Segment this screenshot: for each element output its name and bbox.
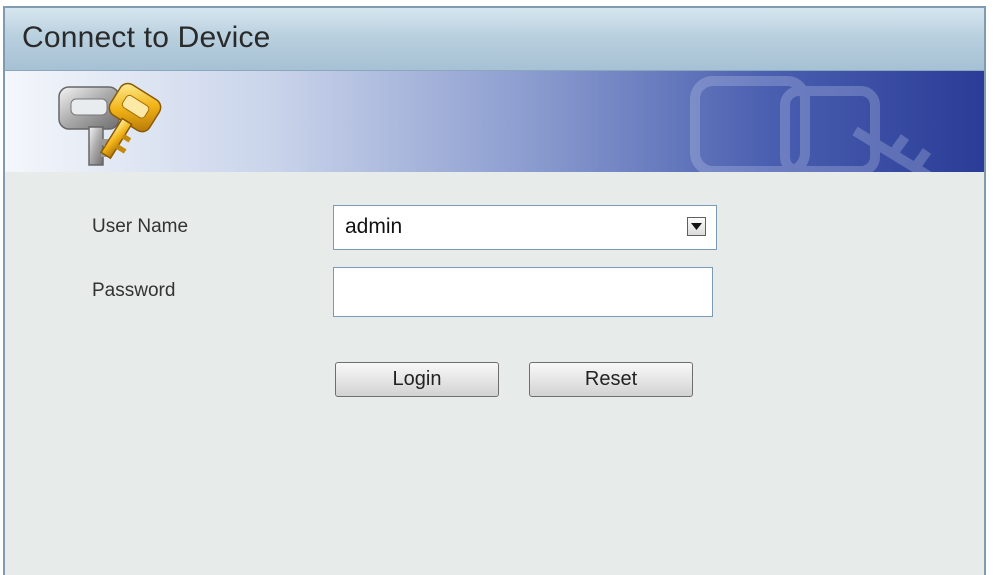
user-name-label: User Name <box>92 216 189 237</box>
title-bar: Connect to Device <box>5 8 984 71</box>
user-name-value: admin <box>345 215 403 238</box>
password-field[interactable] <box>333 267 713 317</box>
login-button[interactable]: Login <box>335 362 499 397</box>
password-label: Password <box>92 280 176 301</box>
dialog-title: Connect to Device <box>22 21 271 54</box>
user-name-select[interactable]: admin <box>333 205 717 250</box>
keys-icon <box>58 82 162 166</box>
login-form: User Name admin Password Login Reset <box>5 172 984 575</box>
banner <box>5 71 984 172</box>
connect-dialog: Connect to Device User Name admin Passwo… <box>3 6 986 575</box>
chevron-down-icon[interactable] <box>687 217 706 236</box>
keys-watermark-icon <box>690 76 932 172</box>
reset-button[interactable]: Reset <box>529 362 693 397</box>
